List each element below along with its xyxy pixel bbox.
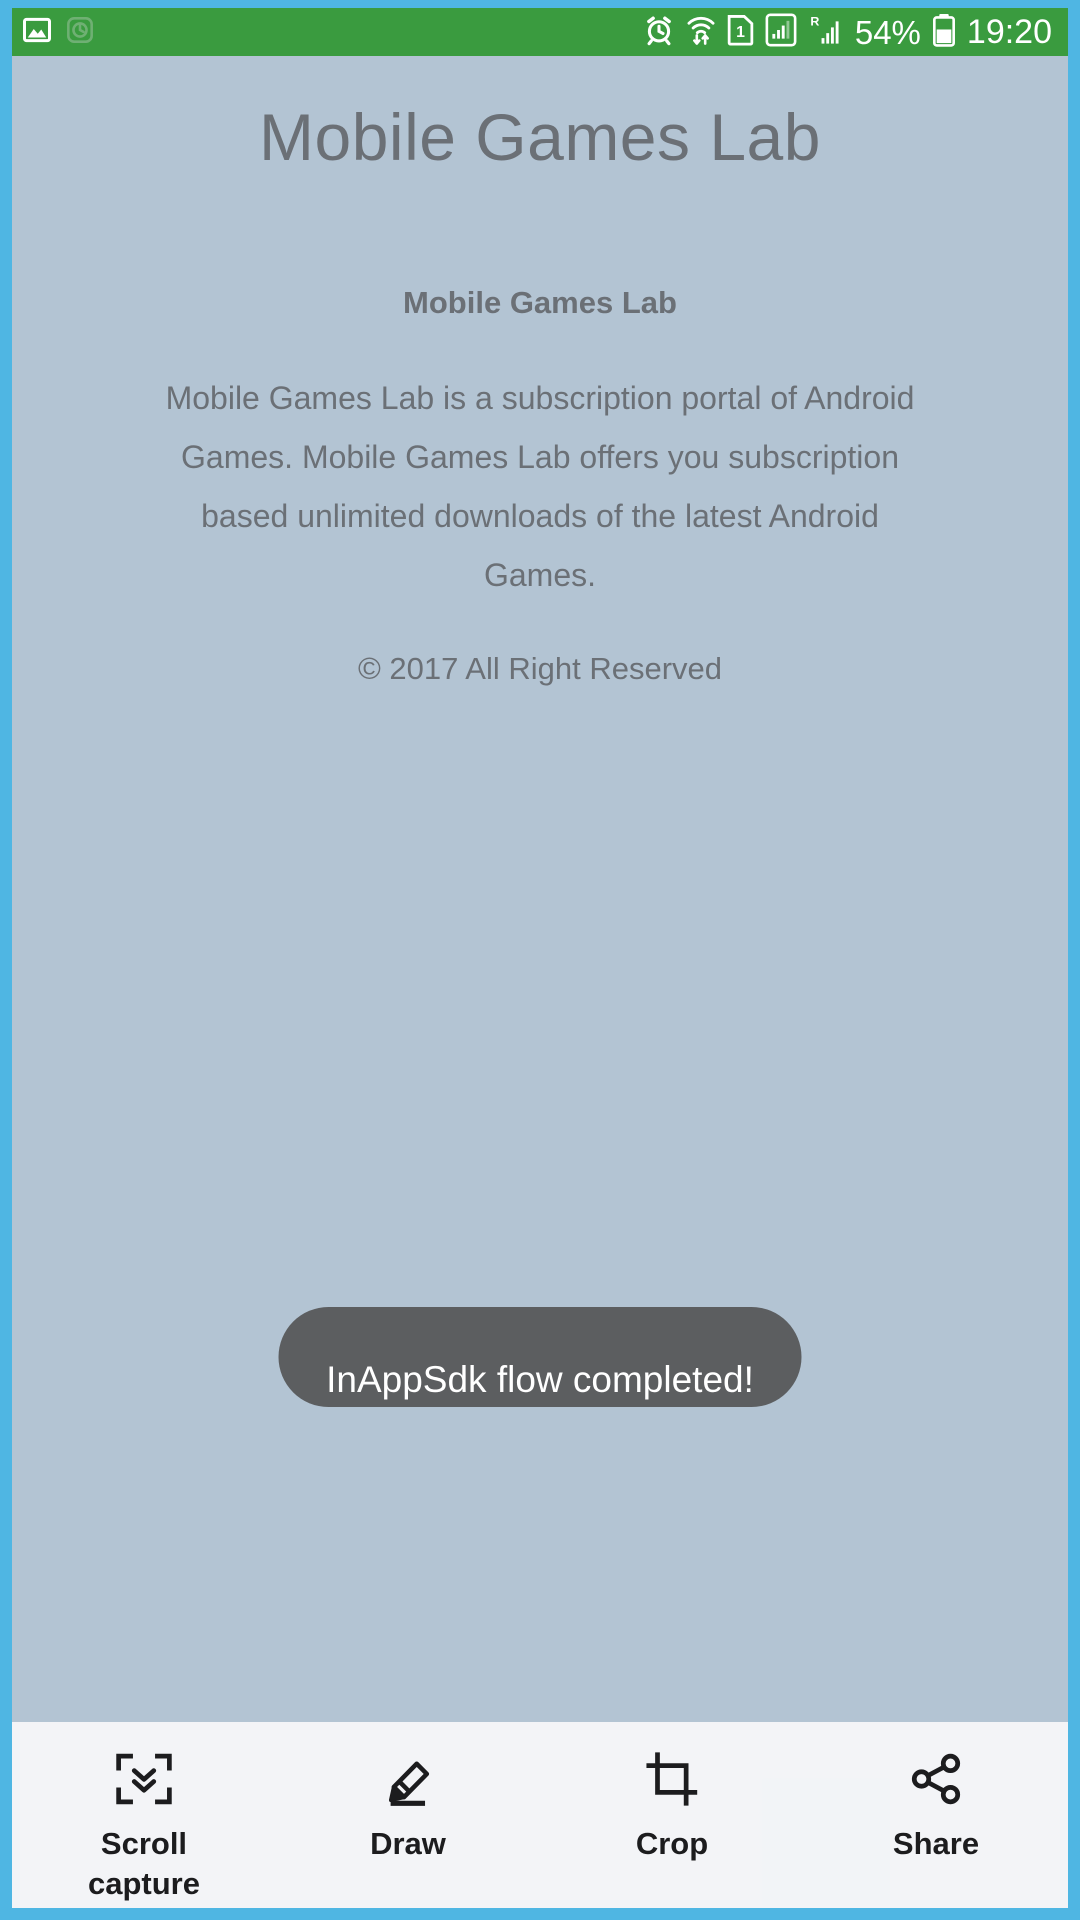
app-notification-icon — [66, 16, 94, 49]
sim-card-1-icon: 1 — [727, 13, 754, 51]
battery-percent-label: 54% — [854, 13, 921, 51]
svg-text:1: 1 — [736, 24, 745, 41]
wifi-data-transfer-icon — [686, 14, 716, 51]
status-bar-left-icons — [22, 15, 94, 50]
toolbar-button-scroll-capture[interactable]: Scroll capture — [12, 1722, 276, 1904]
scroll-capture-icon — [113, 1748, 175, 1810]
toolbar-label-line-1: Scroll — [100, 1826, 188, 1861]
battery-half-icon — [932, 13, 956, 52]
gallery-image-icon — [22, 15, 52, 50]
signal-boxed-icon — [765, 13, 797, 52]
web-page-content: Mobile Games Lab Mobile Games Lab Mobile… — [12, 56, 1068, 1908]
toast-message: InAppSdk flow completed! — [326, 1359, 754, 1400]
description-paragraph: Mobile Games Lab is a subscription porta… — [165, 380, 915, 593]
screenshot-canvas: 1 R 54% 19:20 Mobile Games Lab Mobile Ga… — [12, 8, 1068, 1908]
toolbar-button-share[interactable]: Share — [804, 1722, 1068, 1864]
copyright-notice: © 2017 All Right Reserved — [357, 651, 723, 686]
svg-text:R: R — [810, 14, 819, 28]
status-bar-right-icons: 1 R 54% 19:20 — [643, 13, 1058, 52]
crop-icon — [641, 1748, 703, 1810]
draw-pen-icon — [377, 1748, 439, 1810]
toolbar-button-draw[interactable]: Draw — [276, 1722, 540, 1864]
toolbar-label-draw: Draw — [370, 1826, 446, 1861]
share-nodes-icon — [905, 1748, 967, 1810]
alarm-clock-icon — [643, 14, 675, 51]
section-title: Mobile Games Lab — [403, 285, 677, 320]
toolbar-label-line-2: capture — [88, 1866, 200, 1901]
status-bar: 1 R 54% 19:20 — [12, 8, 1068, 56]
toolbar-label-scroll-capture: Scroll capture — [88, 1824, 200, 1904]
screenshot-toolbar: Scroll capture Draw Crop Share — [12, 1722, 1068, 1908]
toolbar-label-crop: Crop — [635, 1826, 709, 1861]
toast-notification: InAppSdk flow completed! — [278, 1307, 802, 1407]
status-bar-clock: 19:20 — [966, 13, 1052, 51]
toolbar-label-share: Share — [892, 1826, 980, 1861]
roaming-signal-icon: R — [808, 13, 844, 52]
toolbar-button-crop[interactable]: Crop — [540, 1722, 804, 1864]
page-title: Mobile Games Lab — [259, 100, 821, 174]
